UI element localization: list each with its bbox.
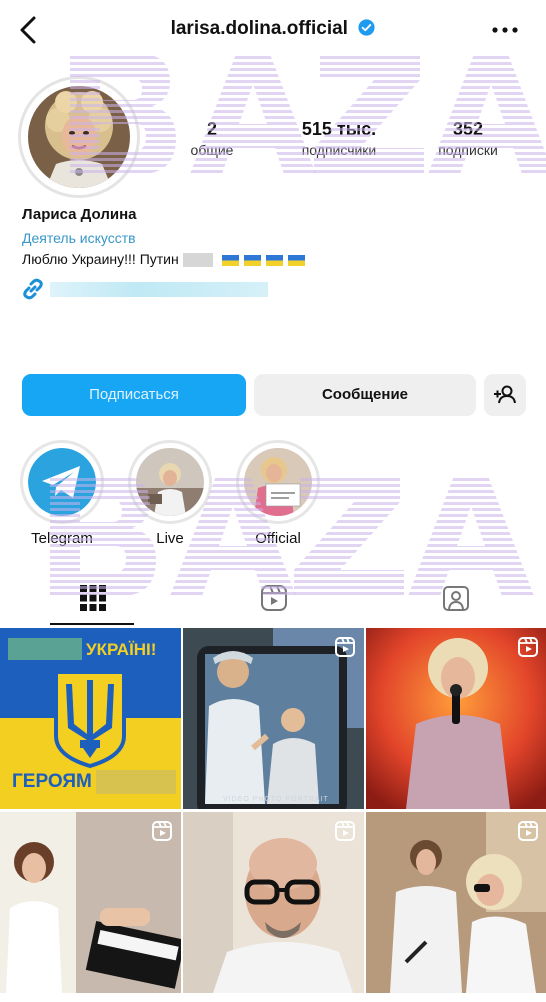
- bio-text: Люблю Украину!!! Путин: [22, 251, 179, 267]
- profile-name: Лариса Долина: [22, 206, 137, 223]
- stat-mutual-value: 2: [206, 119, 217, 139]
- ukraine-flag-icon: [287, 254, 305, 266]
- highlight-live-image: [136, 448, 204, 516]
- reels-tab-icon[interactable]: [259, 583, 289, 613]
- tagged-tab-icon[interactable]: [441, 583, 471, 613]
- redacted-text: [182, 253, 213, 268]
- stat-followers-value: 515 тыс.: [301, 119, 377, 139]
- reel-icon: [335, 821, 355, 841]
- stat-following-label: подписки: [438, 142, 498, 158]
- suggest-users-button[interactable]: [484, 374, 526, 416]
- highlight-live[interactable]: [128, 440, 212, 524]
- grid-tab-icon[interactable]: [78, 583, 108, 613]
- post-tile-6[interactable]: [366, 812, 546, 993]
- add-person-icon: [494, 385, 516, 404]
- reel-icon: [152, 821, 172, 841]
- stat-followers[interactable]: 515 тыс. подписчики: [286, 118, 392, 160]
- ukraine-flag-icon: [243, 254, 261, 266]
- ukraine-flag-icon: [221, 254, 239, 266]
- ukraine-flag-icon: [265, 254, 283, 266]
- reel-icon: [335, 637, 355, 657]
- stat-following[interactable]: 352 подписки: [422, 118, 514, 160]
- more-options-icon[interactable]: [490, 22, 520, 38]
- stat-mutual-label: общие: [190, 142, 234, 158]
- highlight-official-image: [244, 448, 312, 516]
- profile-bio: Люблю Украину!!! Путин: [22, 251, 305, 268]
- highlight-label-telegram: Telegram: [31, 530, 93, 547]
- post-tile-2[interactable]: VIDEO PHOTO PORTRAIT: [183, 628, 364, 809]
- link-icon: [23, 278, 43, 300]
- telegram-icon: [28, 448, 96, 516]
- profile-link-redacted[interactable]: [50, 282, 268, 297]
- post-tile-5[interactable]: [183, 812, 364, 993]
- username: larisa.dolina.official: [170, 18, 348, 39]
- post-caption: VIDEO PHOTO PORTRAIT: [223, 796, 329, 803]
- post-tile-4[interactable]: [0, 812, 181, 993]
- top-bar: larisa.dolina.official: [0, 0, 546, 62]
- post-tile-1[interactable]: УКРАЇНІ! ГЕРОЯМ: [0, 628, 181, 809]
- stat-mutual[interactable]: 2 общие: [182, 118, 242, 160]
- post-banner-bottom: ГЕРОЯМ: [12, 771, 92, 792]
- header-title: larisa.dolina.official: [0, 18, 546, 40]
- profile-category[interactable]: Деятель искусств: [22, 230, 136, 246]
- post-tile-3[interactable]: [366, 628, 546, 809]
- highlight-official[interactable]: [236, 440, 320, 524]
- highlight-label-official: Official: [255, 530, 301, 547]
- post-banner-top: УКРАЇНІ!: [86, 640, 157, 659]
- reel-icon: [518, 637, 538, 657]
- avatar[interactable]: [28, 86, 130, 188]
- follow-button[interactable]: Подписаться: [22, 374, 246, 416]
- message-button[interactable]: Сообщение: [254, 374, 476, 416]
- reel-icon: [518, 821, 538, 841]
- highlight-label-live: Live: [156, 530, 184, 547]
- active-tab-indicator: [50, 623, 134, 625]
- verified-badge-icon: [358, 19, 375, 36]
- stat-following-value: 352: [452, 119, 484, 139]
- stat-followers-label: подписчики: [301, 142, 377, 158]
- highlight-telegram[interactable]: [20, 440, 104, 524]
- avatar-image: [28, 86, 130, 188]
